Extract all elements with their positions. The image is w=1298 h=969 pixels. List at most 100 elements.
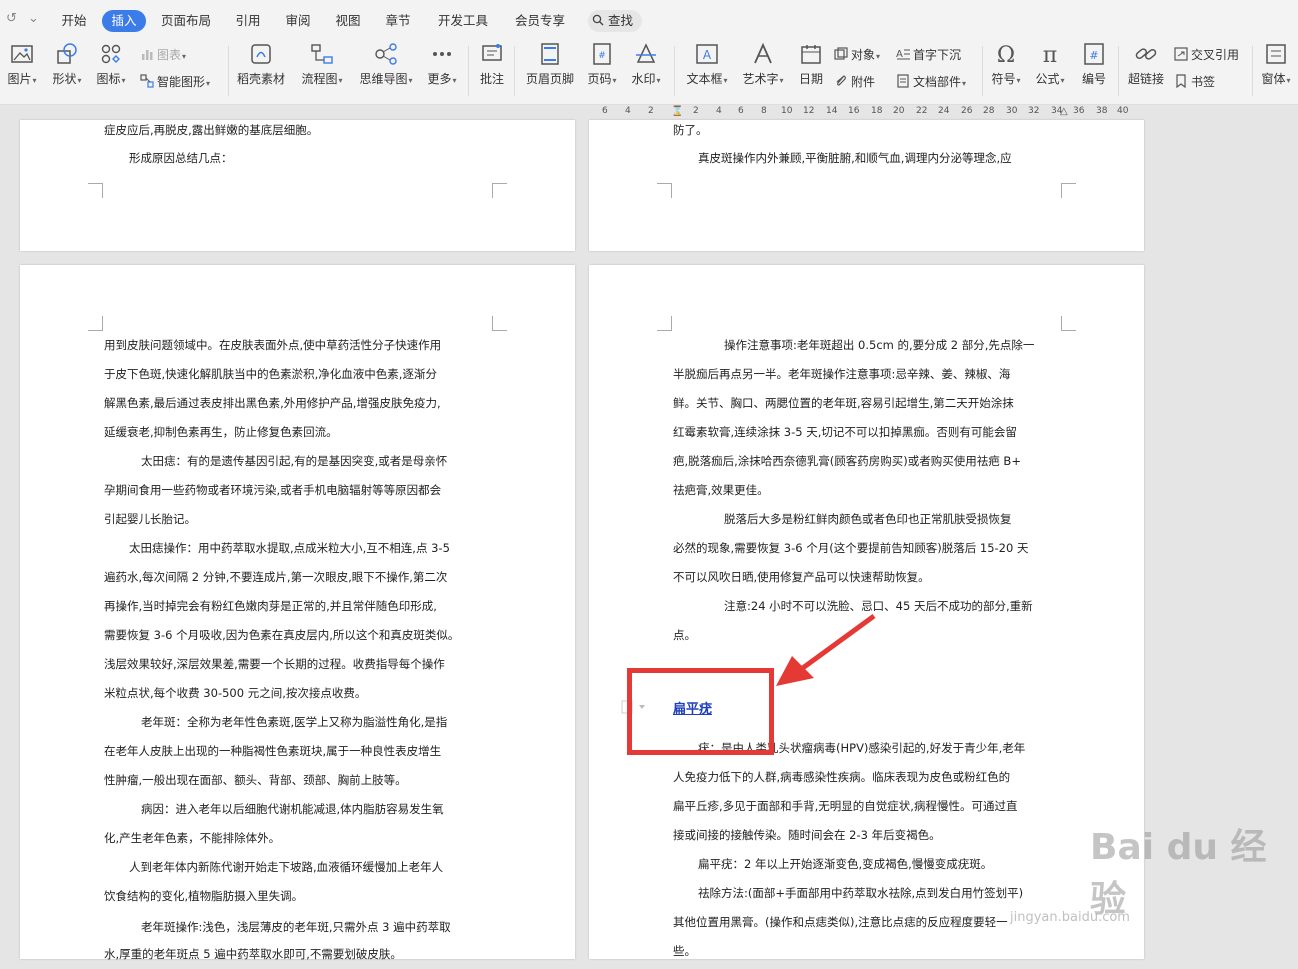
tab-developer[interactable]: 开发工具 bbox=[430, 10, 496, 32]
paragraph-line: 扁平丘疹,多见于面部和手背,无明显的自觉症状,病程慢性。可通过直 bbox=[673, 799, 1018, 813]
stock-material-button[interactable]: 稻壳素材 bbox=[234, 42, 288, 87]
wordart-icon bbox=[750, 42, 776, 66]
form-button[interactable]: 窗体▾ bbox=[1258, 42, 1294, 87]
watermark-button[interactable]: 水印▾ bbox=[626, 42, 666, 87]
attachment-button[interactable]: 附件 bbox=[834, 73, 875, 90]
tab-home[interactable]: 开始 bbox=[54, 10, 94, 32]
ribbon-divider bbox=[468, 46, 469, 96]
textbox-button[interactable]: A 文本框▾ bbox=[682, 42, 732, 87]
quick-access-dropdown-icon[interactable]: ⌄ bbox=[28, 11, 39, 26]
paragraph-line: 老年斑操作:浅色，浅层薄皮的老年斑,只需外点 3 遍中药萃取 bbox=[141, 920, 451, 934]
flowchart-button[interactable]: 流程图▾ bbox=[296, 42, 348, 87]
paragraph-line: 再操作,当时掉完会有粉红色嫩肉芽是正常的,并且常伴随色印形成, bbox=[104, 599, 437, 613]
ruler-tick: 32 bbox=[1028, 106, 1040, 116]
ruler-tick: 6 bbox=[738, 106, 744, 116]
svg-text:#: # bbox=[1089, 49, 1098, 62]
bookmark-button[interactable]: 书签 bbox=[1174, 73, 1215, 90]
ruler-tick: 4 bbox=[625, 106, 631, 116]
ribbon-divider bbox=[1118, 46, 1119, 96]
ruler-tick: 2 bbox=[693, 106, 699, 116]
smart-graphic-button[interactable]: 智能图形▾ bbox=[140, 73, 210, 90]
margin-corner-mark bbox=[492, 316, 507, 331]
mindmap-button[interactable]: 思维导图▾ bbox=[354, 42, 418, 87]
svg-text:A: A bbox=[896, 49, 903, 60]
ribbon-divider bbox=[982, 46, 983, 96]
paragraph-line: 延缓衰老,抑制色素再生，防止修复色素回流。 bbox=[104, 425, 338, 439]
chart-icon bbox=[140, 47, 154, 61]
paragraph-line: 于皮下色斑,快速化解肌肤当中的色素淤积,净化血液中色素,逐渐分 bbox=[104, 367, 437, 381]
wordart-button[interactable]: 艺术字▾ bbox=[738, 42, 788, 87]
paragraph-line: 太田痣操作：用中药萃取水提取,点成米粒大小,互不相连,点 3-5 bbox=[129, 541, 450, 555]
stock-material-icon bbox=[248, 42, 274, 66]
svg-text:#: # bbox=[598, 51, 606, 61]
margin-corner-mark bbox=[88, 316, 103, 331]
paragraph-line: 形成原因总结几点： bbox=[129, 151, 233, 165]
page-number-button[interactable]: # 页码▾ bbox=[582, 42, 622, 87]
flowchart-icon bbox=[309, 42, 335, 66]
insert-ribbon: 图片▾ 形状▾ 图标▾ 图表▾ 智能图形▾ 稻壳素材 流程图▾ 思维导图▾ 更多… bbox=[0, 40, 1298, 105]
tab-sections[interactable]: 章节 bbox=[378, 10, 418, 32]
picture-icon bbox=[9, 42, 35, 66]
paragraph-line: 不可以风吹日晒,使用修复产品可以快速帮助恢复。 bbox=[673, 570, 930, 584]
drop-cap-button[interactable]: A 首字下沉 bbox=[896, 46, 961, 63]
ruler-tick: 2 bbox=[648, 106, 654, 116]
ruler-tick: 10 bbox=[781, 106, 793, 116]
svg-text:π: π bbox=[1043, 43, 1057, 66]
paragraph-line: 真皮斑操作内外兼顾,平衡脏腑,和顺气血,调理内分泌等理念,应 bbox=[698, 151, 1012, 165]
drop-cap-icon: A bbox=[896, 47, 910, 61]
object-button[interactable]: 对象▾ bbox=[834, 46, 880, 63]
tab-member[interactable]: 会员专享 bbox=[508, 10, 572, 32]
tab-page-layout[interactable]: 页面布局 bbox=[156, 10, 216, 32]
bookmark-icon bbox=[1174, 74, 1188, 89]
more-button[interactable]: 更多▾ bbox=[424, 42, 460, 87]
paragraph-line: 必然的现象,需要恢复 3-6 个月(这个要提前告知顾客)脱落后 15-20 天 bbox=[673, 541, 1029, 555]
ribbon-divider bbox=[1252, 46, 1253, 96]
paragraph-line: 太田痣：有的是遗传基因引起,有的是基因突变,或者是母亲怀 bbox=[141, 454, 448, 468]
ribbon-divider bbox=[674, 46, 675, 96]
tab-review[interactable]: 审阅 bbox=[278, 10, 318, 32]
chart-button[interactable]: 图表▾ bbox=[140, 46, 186, 63]
baidu-watermark: Bai du 经验 bbox=[1090, 827, 1267, 920]
paragraph-line: 病因：进入老年以后细胞代谢机能减退,体内脂肪容易发生氧 bbox=[141, 802, 444, 816]
cross-reference-button[interactable]: 交叉引用 bbox=[1174, 46, 1239, 63]
paragraph-line: 其他位置用黑膏。(操作和点痣类似),注意比点痣的反应程度要轻一 bbox=[673, 915, 1008, 929]
hyperlink-button[interactable]: 超链接 bbox=[1124, 42, 1168, 87]
pi-icon: π bbox=[1037, 42, 1063, 68]
doc-parts-button[interactable]: 文档部件▾ bbox=[896, 73, 966, 90]
paragraph-line: 红霉素软膏,连续涂抹 3-5 天,切记不可以扣掉黑痂。否则有可能会留 bbox=[673, 425, 1017, 439]
ruler-tick: 20 bbox=[893, 106, 905, 116]
undo-icon[interactable]: ↺ bbox=[6, 11, 17, 26]
ruler-right-indent-marker[interactable]: △ bbox=[1060, 106, 1068, 117]
paragraph-line: 老年斑：全称为老年性色素斑,医学上又称为脂溢性角化,是指 bbox=[141, 715, 448, 729]
date-button[interactable]: 日期 bbox=[794, 42, 828, 87]
picture-button[interactable]: 图片▾ bbox=[4, 42, 40, 87]
icons-button[interactable]: 图标▾ bbox=[92, 42, 130, 87]
numbering-icon: # bbox=[1081, 42, 1107, 66]
tab-insert[interactable]: 插入 bbox=[102, 10, 146, 32]
baidu-watermark-url: jingyan.baidu.com bbox=[1010, 910, 1130, 925]
ruler-tick: 22 bbox=[916, 106, 928, 116]
ruler-tick: 4 bbox=[716, 106, 722, 116]
object-icon bbox=[834, 47, 848, 61]
smart-graphic-icon bbox=[140, 74, 154, 88]
link-icon bbox=[1133, 42, 1159, 66]
numbering-button[interactable]: # 编号 bbox=[1076, 42, 1112, 87]
search-label: 查找 bbox=[607, 13, 633, 28]
paragraph-line: 解黑色素,最后通过表皮排出黑色素,外用修护产品,增强皮肤免疫力, bbox=[104, 396, 441, 410]
comment-button[interactable]: 批注 bbox=[474, 42, 510, 87]
search-button[interactable]: 查找 bbox=[588, 10, 642, 32]
formula-button[interactable]: π 公式▾ bbox=[1030, 42, 1070, 87]
ruler-tick: 28 bbox=[983, 106, 995, 116]
paragraph-line: 些。 bbox=[673, 944, 696, 958]
tab-references[interactable]: 引用 bbox=[228, 10, 268, 32]
paperclip-icon bbox=[834, 74, 848, 88]
header-footer-button[interactable]: 页眉页脚 bbox=[522, 42, 578, 87]
tab-view[interactable]: 视图 bbox=[328, 10, 368, 32]
horizontal-ruler[interactable]: 6 4 2 ⌛ 2 4 6 8 10 12 14 16 18 20 22 24 … bbox=[590, 104, 1130, 120]
paragraph-line: 浅层效果较好,深层效果差,需要一个长期的过程。收费指导每个操作 bbox=[104, 657, 445, 671]
menu-bar: ↺ ⌄ 开始 插入 页面布局 引用 审阅 视图 章节 开发工具 会员专享 查找 bbox=[0, 0, 1298, 40]
symbol-button[interactable]: Ω 符号▾ bbox=[986, 42, 1026, 87]
shape-button[interactable]: 形状▾ bbox=[48, 42, 86, 87]
paragraph-line: 米粒点状,每个收费 30-500 元之间,按次接点收费。 bbox=[104, 686, 367, 700]
paragraph-line: 用到皮肤问题领域中。在皮肤表面外点,使中草药活性分子快速作用 bbox=[104, 338, 442, 352]
